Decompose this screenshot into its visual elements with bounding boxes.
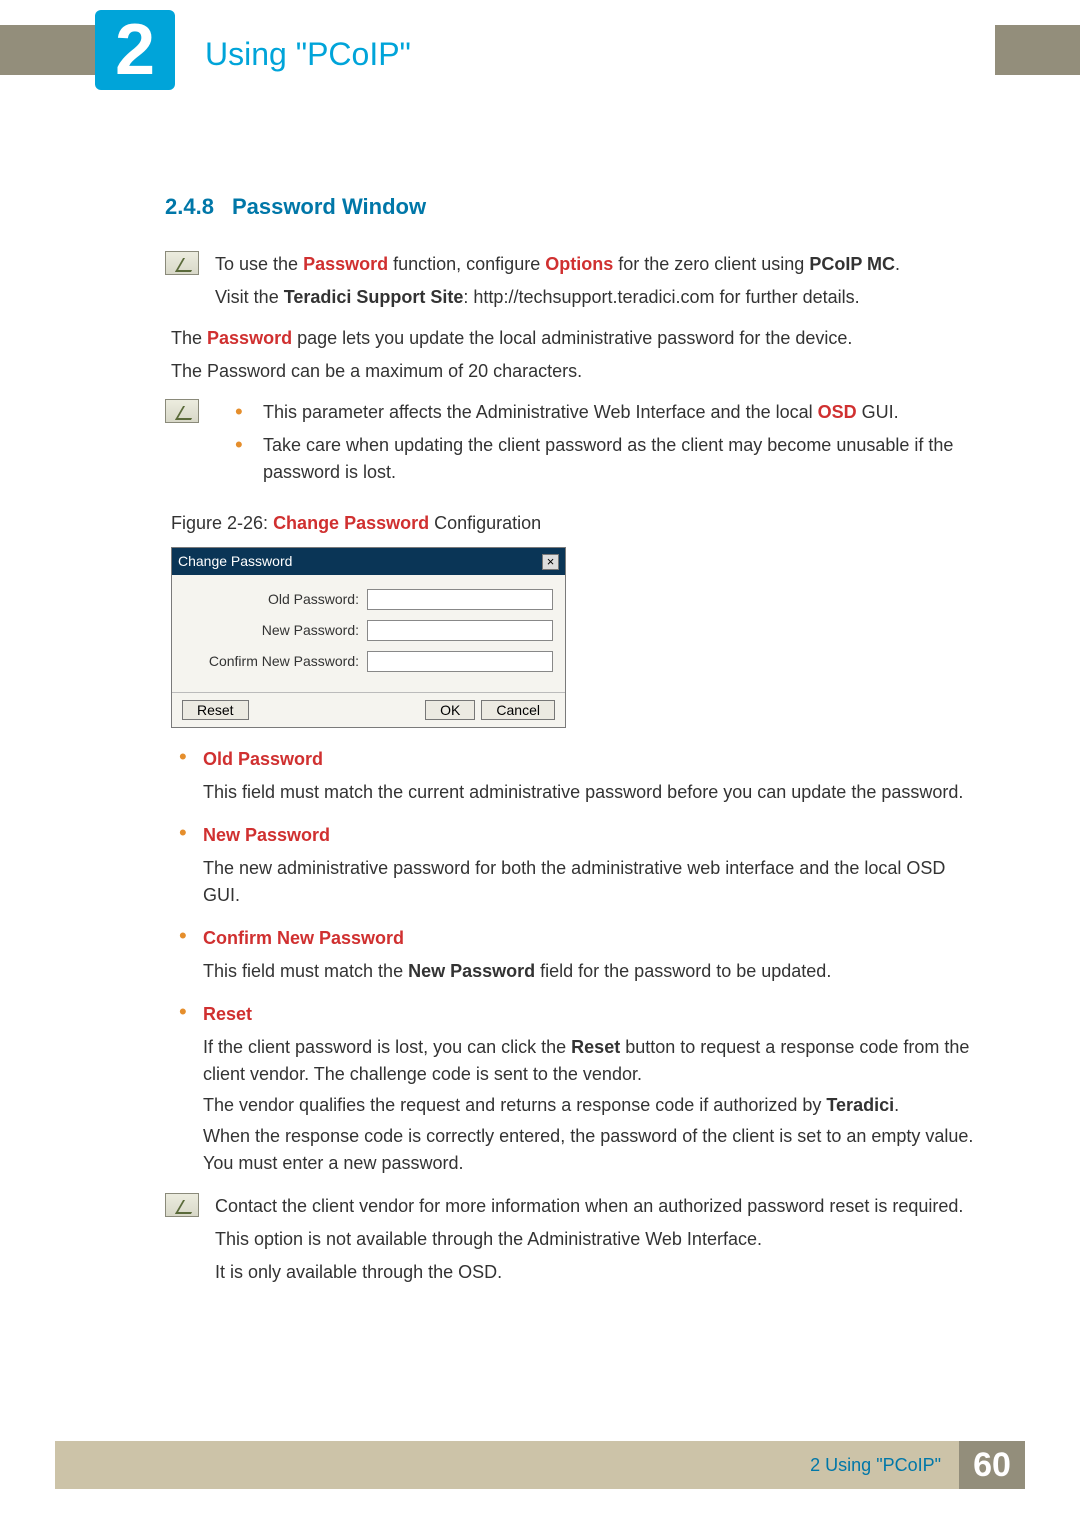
definition-text: This field must match the New Password f… xyxy=(203,958,985,985)
definition-item: Old Password This field must match the c… xyxy=(165,746,985,806)
new-password-label: New Password: xyxy=(184,620,359,641)
definition-text: The vendor qualifies the request and ret… xyxy=(203,1092,985,1119)
note-body: Contact the client vendor for more infor… xyxy=(215,1193,985,1292)
intro-p2: The Password can be a maximum of 20 char… xyxy=(165,358,985,385)
dialog-title-bar: Change Password × xyxy=(172,548,565,575)
note-icon xyxy=(165,251,199,275)
reset-button[interactable]: Reset xyxy=(182,700,249,720)
confirm-password-field[interactable] xyxy=(367,651,553,672)
footer-chapter-label: 2 Using "PCoIP" xyxy=(792,1441,959,1489)
figure-caption: Figure 2-26: Change Password Configurati… xyxy=(171,510,985,537)
definition-item: Confirm New Password This field must mat… xyxy=(165,925,985,985)
dialog-title: Change Password xyxy=(178,551,292,572)
definition-term: Old Password xyxy=(203,746,985,773)
definition-text: If the client password is lost, you can … xyxy=(203,1034,985,1088)
note-icon xyxy=(165,1193,199,1217)
chapter-title: Using "PCoIP" xyxy=(205,30,411,78)
page-number: 60 xyxy=(959,1441,1025,1489)
section-number: 2.4.8 xyxy=(165,194,214,219)
note-bullet: This parameter affects the Administrativ… xyxy=(251,399,985,426)
note-body: To use the Password function, configure … xyxy=(215,251,985,317)
cancel-button[interactable]: Cancel xyxy=(481,700,555,720)
definition-text: The new administrative password for both… xyxy=(203,855,985,909)
confirm-password-label: Confirm New Password: xyxy=(184,651,359,672)
definition-text: When the response code is correctly ente… xyxy=(203,1123,985,1177)
section-heading: 2.4.8 Password Window xyxy=(165,190,985,223)
chapter-number-badge: 2 xyxy=(95,10,175,90)
old-password-label: Old Password: xyxy=(184,589,359,610)
change-password-dialog: Change Password × Old Password: New Pass… xyxy=(171,547,566,728)
intro-p1: The Password page lets you update the lo… xyxy=(165,325,985,352)
definition-text: This field must match the current admini… xyxy=(203,779,985,806)
definition-term: Confirm New Password xyxy=(203,925,985,952)
page-footer: 2 Using "PCoIP" 60 xyxy=(55,1441,1025,1489)
definition-item: New Password The new administrative pass… xyxy=(165,822,985,909)
note-body: This parameter affects the Administrativ… xyxy=(215,399,985,492)
definition-term: New Password xyxy=(203,822,985,849)
definition-item: Reset If the client password is lost, yo… xyxy=(165,1001,985,1177)
close-icon[interactable]: × xyxy=(542,554,559,570)
note-bullet: Take care when updating the client passw… xyxy=(251,432,985,486)
definition-term: Reset xyxy=(203,1001,985,1028)
new-password-field[interactable] xyxy=(367,620,553,641)
note-icon xyxy=(165,399,199,423)
old-password-field[interactable] xyxy=(367,589,553,610)
section-title: Password Window xyxy=(232,194,426,219)
ok-button[interactable]: OK xyxy=(425,700,475,720)
